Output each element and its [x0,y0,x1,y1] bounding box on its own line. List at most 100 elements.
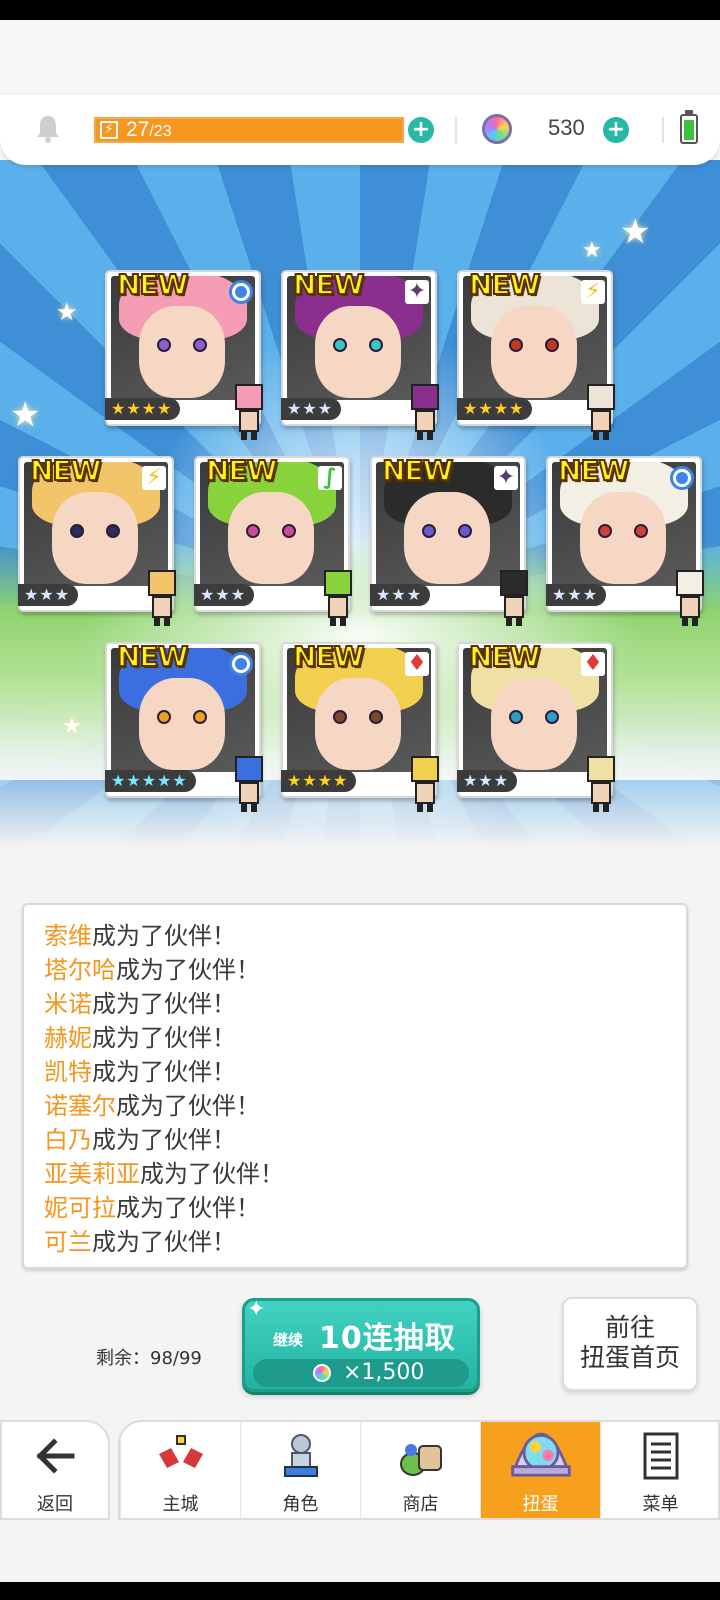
result-message: 凯特成为了伙伴！ [44,1055,676,1089]
status-bar [0,0,720,20]
tab-gacha[interactable]: 扭蛋 [480,1422,600,1518]
result-message: 白乃成为了伙伴！ [44,1123,676,1157]
character-card[interactable]: NEW ✦ ★★★ [281,267,439,440]
tab-label: 主城 [162,1494,199,1515]
cost-pill: ×1,500 [253,1359,469,1387]
character-statue-icon [284,1434,318,1477]
stamina-bar: ⚡ 27/23 [94,117,404,143]
character-card[interactable]: NEW ♦ ★★★ [457,639,615,812]
back-button[interactable]: 返回 [0,1420,110,1520]
stamina-value: 27/23 [126,118,172,141]
thunder-attribute-icon: ⚡ [142,466,166,490]
lightning-icon: ⚡ [100,121,118,139]
character-card[interactable]: NEW ∫ ★★★ [194,453,352,626]
rarity-stars: ★★★★★ [105,770,196,792]
bottom-nav: 返回 主城 角色 商店 扭蛋 菜单 [0,1416,720,1520]
system-nav-bar [0,1520,720,1600]
rarity-stars: ★★★ [194,584,255,606]
new-badge: NEW [205,453,278,488]
add-gems-button[interactable]: + [603,117,629,143]
tab-label: 角色 [282,1494,319,1515]
tab-label: 商店 [402,1494,439,1515]
dark-attribute-icon: ✦ [494,466,518,490]
character-card[interactable]: NEW ⚡ ★★★ [18,453,176,626]
character-card[interactable]: NEW ♦ ★★★★ [281,639,439,812]
wind-attribute-icon: ∫ [318,466,342,490]
fire-attribute-icon: ♦ [405,652,429,676]
result-message: 诺塞尔成为了伙伴！ [44,1089,676,1123]
message-suffix: 成为了伙伴！ [92,1058,236,1086]
draw-label: 10连抽取 [319,1321,456,1356]
character-card[interactable]: NEW ⚡ ★★★★ [457,267,615,440]
new-badge: NEW [292,267,365,302]
bell-icon[interactable] [34,113,62,143]
new-badge: NEW [29,453,102,488]
character-card[interactable]: NEW ★★★ [546,453,704,626]
tab-label: 扭蛋 [522,1494,559,1515]
character-name: 亚美莉亚 [44,1160,140,1188]
sparkle-star-icon: ★ [62,714,82,739]
new-badge: NEW [116,267,189,302]
sparkle-star-icon: ★ [10,395,41,435]
continue-label: 继续 [273,1331,304,1349]
rarity-stars: ★★★ [546,584,607,606]
fire-attribute-icon: ♦ [581,652,605,676]
battery-icon [680,110,698,144]
remaining-draws: 剩余：98/99 [96,1348,202,1369]
pixel-sprite-icon [492,570,536,626]
pixel-sprite-icon [403,756,447,812]
result-message: 亚美莉亚成为了伙伴！ [44,1157,676,1191]
pixel-sprite-icon [316,570,360,626]
tab-label: 菜单 [642,1494,679,1515]
result-message: 塔尔哈成为了伙伴！ [44,953,676,987]
character-name: 凯特 [44,1058,92,1086]
sparkle-star-icon: ★ [620,212,651,252]
character-card[interactable]: NEW ★★★★★ [105,639,263,812]
result-message: 赫妮成为了伙伴！ [44,1021,676,1055]
new-badge: NEW [468,267,541,302]
pixel-sprite-icon [579,756,623,812]
character-name: 可兰 [44,1228,92,1256]
shop-bag-icon [400,1444,442,1476]
water-attribute-icon [670,466,694,490]
character-card[interactable]: NEW ✦ ★★★ [370,453,528,626]
tab-shop[interactable]: 商店 [360,1422,480,1518]
gem-icon [482,114,512,144]
character-name: 妮可拉 [44,1194,116,1222]
sparkle-star-icon: ★ [582,238,602,263]
character-card[interactable]: NEW ★★★★ [105,267,263,440]
message-suffix: 成为了伙伴！ [92,922,236,950]
add-stamina-button[interactable]: + [408,117,434,143]
tab-menu[interactable]: 菜单 [600,1422,718,1518]
divider [662,117,664,143]
water-attribute-icon [229,652,253,676]
sparkle-star-icon: ★ [56,298,78,326]
character-name: 塔尔哈 [44,956,116,984]
rarity-stars: ★★★★ [105,398,181,420]
message-suffix: 成为了伙伴！ [116,1194,260,1222]
message-suffix: 成为了伙伴！ [116,1092,260,1120]
character-name: 诺塞尔 [44,1092,116,1120]
character-name: 赫妮 [44,1024,92,1052]
divider [455,117,457,143]
result-message: 索维成为了伙伴！ [44,919,676,953]
result-message: 可兰成为了伙伴！ [44,1225,676,1259]
character-name: 米诺 [44,990,92,1018]
new-badge: NEW [381,453,454,488]
draw-cost: ×1,500 [343,1360,425,1385]
message-suffix: 成为了伙伴！ [92,990,236,1018]
thunder-attribute-icon: ⚡ [581,280,605,304]
message-suffix: 成为了伙伴！ [92,1024,236,1052]
sparkle-icon: ✦ [247,1297,266,1322]
new-badge: NEW [557,453,630,488]
gacha-home-button[interactable]: 前往 扭蛋首页 [562,1297,698,1391]
pixel-sprite-icon [579,384,623,440]
tab-main-city[interactable]: 主城 [120,1422,240,1518]
gem-icon [313,1364,331,1382]
pixel-sprite-icon [227,384,271,440]
gacha-home-label-line2: 扭蛋首页 [579,1343,680,1372]
tab-characters[interactable]: 角色 [240,1422,360,1518]
draw-10-button[interactable]: ✦ 继续 10连抽取 ×1,500 [242,1297,480,1392]
message-suffix: 成为了伙伴！ [92,1228,236,1256]
character-name: 索维 [44,922,92,950]
